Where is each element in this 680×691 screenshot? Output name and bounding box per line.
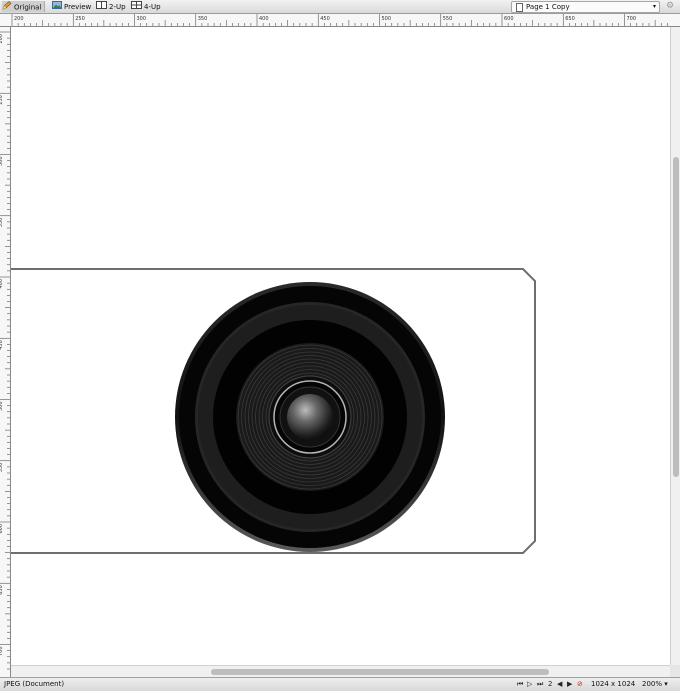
view-toolbar: Original Preview 2-Up 4-Up Page 1 Copy ▾… xyxy=(0,0,680,14)
ruler-label: 500 xyxy=(382,16,392,22)
document-icon xyxy=(516,3,523,12)
file-format-label: JPEG (Document) xyxy=(4,680,65,688)
ruler-label: 500 xyxy=(0,402,4,412)
vertical-ruler: 200 250 300 350 400 450 500 550 600 650 700 xyxy=(0,27,11,677)
page-select[interactable]: Page 1 Copy ▾ xyxy=(511,1,660,13)
ruler-label: 350 xyxy=(0,218,4,228)
zoom-level[interactable]: 200% ▾ xyxy=(642,678,668,691)
next-frame-icon[interactable]: ⏭ xyxy=(537,678,543,691)
ruler-label: 400 xyxy=(0,279,4,289)
settings-icon[interactable]: ⚙ xyxy=(664,1,676,12)
ruler-label: 400 xyxy=(259,16,269,22)
ruler-label: 550 xyxy=(0,463,4,473)
tab-2-up[interactable]: 2-Up xyxy=(96,1,126,12)
horizontal-ruler: 200250300350400450500550600650700750800 xyxy=(0,14,680,27)
ruler-label: 250 xyxy=(0,95,4,105)
ruler-label: 200 xyxy=(0,34,4,44)
horizontal-scroll-thumb[interactable] xyxy=(211,669,549,675)
ruler-label: 650 xyxy=(565,16,575,22)
ruler-label: 450 xyxy=(320,16,330,22)
tab-original-label: Original xyxy=(14,3,42,12)
tab-preview-label: Preview xyxy=(64,3,92,11)
ruler-label: 700 xyxy=(627,16,637,22)
play-icon[interactable]: ▷ xyxy=(527,678,532,691)
ruler-label: 650 xyxy=(0,585,4,595)
preview-icon xyxy=(52,1,62,13)
vertical-scroll-thumb[interactable] xyxy=(673,157,679,477)
four-up-icon xyxy=(131,1,142,13)
status-bar: JPEG (Document) ⏮ ▷ ⏭ 2 ◀ ▶ ⊘ 1024 x 102… xyxy=(0,677,680,691)
artwork xyxy=(11,268,536,554)
chevron-down-icon: ▾ xyxy=(652,3,656,10)
ruler-label: 300 xyxy=(137,16,147,22)
ruler-label: 200 xyxy=(14,16,24,22)
ruler-label: 600 xyxy=(504,16,514,22)
stop-icon[interactable]: ⊘ xyxy=(577,678,583,691)
pencil-icon xyxy=(2,1,12,14)
tab-4-up[interactable]: 4-Up xyxy=(131,1,161,12)
image-dimensions: 1024 x 1024 xyxy=(591,680,636,688)
ruler-label: 350 xyxy=(198,16,208,22)
tab-4-up-label: 4-Up xyxy=(144,3,161,11)
page-select-label: Page 1 Copy xyxy=(526,3,570,11)
ruler-label: 550 xyxy=(443,16,453,22)
next-page-icon[interactable]: ▶ xyxy=(567,678,572,691)
first-frame-icon[interactable]: ⏮ xyxy=(517,678,523,691)
document-canvas[interactable] xyxy=(11,27,670,665)
previous-page-icon[interactable]: ◀ xyxy=(557,678,562,691)
two-up-icon xyxy=(96,1,107,13)
page-number: 2 xyxy=(548,680,553,688)
scrollbar-corner xyxy=(670,665,680,677)
ruler-label: 600 xyxy=(0,524,4,534)
tab-original[interactable]: Original xyxy=(2,1,46,14)
ruler-label: 450 xyxy=(0,340,4,350)
vertical-ruler-ticks: 200 250 300 350 400 450 500 550 600 650 700 xyxy=(0,31,10,670)
tab-preview[interactable]: Preview xyxy=(52,1,91,12)
ruler-label: 300 xyxy=(0,157,4,167)
horizontal-ruler-ticks: 200250300350400450500550600650700750800 xyxy=(11,14,668,26)
vertical-scrollbar[interactable] xyxy=(670,27,680,665)
ruler-label: 700 xyxy=(0,647,4,657)
lens-icon xyxy=(175,282,445,552)
tab-2-up-label: 2-Up xyxy=(109,3,126,11)
zoom-value: 200% xyxy=(642,680,663,688)
ruler-label: 250 xyxy=(75,16,85,22)
